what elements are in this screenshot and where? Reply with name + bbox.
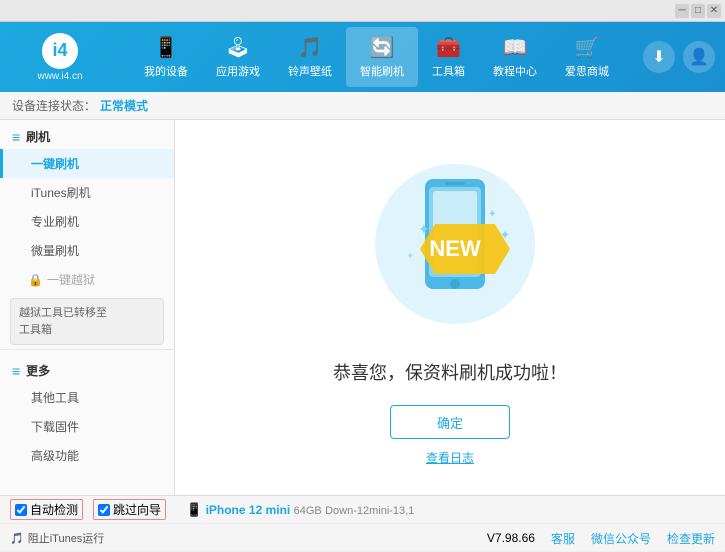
auto-detect-label: 自动检测 [30, 501, 78, 518]
close-button[interactable]: ✕ [707, 4, 721, 18]
skip-wizard-label: 跳过向导 [113, 501, 161, 518]
customer-service-link[interactable]: 客服 [551, 530, 575, 547]
smart-flash-label: 智能刷机 [360, 63, 404, 79]
status-value: 正常模式 [100, 97, 148, 114]
apps-games-icon: 🕹 [225, 35, 250, 60]
nav-ringtones[interactable]: 🎵 铃声壁纸 [274, 27, 346, 87]
mall-label: 爱思商城 [565, 63, 609, 79]
bottom-right-actions: V7.98.66 客服 微信公众号 检查更新 [487, 530, 715, 547]
nav-tutorial[interactable]: 📖 教程中心 [479, 27, 551, 87]
flash-section-icon: ≡ [12, 129, 20, 145]
nav-bar: 📱 我的设备 🕹 应用游戏 🎵 铃声壁纸 🔄 智能刷机 🧰 工具箱 📖 教程中心… [110, 27, 643, 87]
logo-subtitle: www.i4.cn [37, 71, 82, 82]
nav-smart-flash[interactable]: 🔄 智能刷机 [346, 27, 418, 87]
title-bar: ─ □ ✕ [0, 0, 725, 22]
sidebar-item-itunes-flash[interactable]: iTunes刷机 [0, 178, 174, 207]
itunes-label: 阻止iTunes运行 [28, 530, 105, 546]
device-info: 📱 iPhone 12 mini 64GB Down-12mini-13,1 [186, 502, 414, 518]
mall-icon: 🛒 [575, 35, 600, 60]
success-illustration: NEW ✦ ✦ ✦ ✦ [350, 149, 550, 359]
my-device-label: 我的设备 [144, 63, 188, 79]
sidebar-item-other-tools[interactable]: 其他工具 [0, 383, 174, 412]
my-device-icon: 📱 [154, 35, 179, 60]
toolbox-label: 工具箱 [432, 63, 465, 79]
sidebar-item-advanced[interactable]: 高级功能 [0, 441, 174, 470]
auto-detect-checkbox-label[interactable]: 自动检测 [10, 499, 83, 520]
bottom-section: 自动检测 跳过向导 📱 iPhone 12 mini 64GB Down-12m… [0, 495, 725, 551]
user-button[interactable]: 👤 [683, 41, 715, 73]
device-storage: 64GB [294, 505, 322, 517]
toolbox-icon: 🧰 [436, 35, 461, 60]
version-label: V7.98.66 [487, 531, 535, 545]
status-label: 设备连接状态： [12, 97, 96, 114]
auto-detect-checkbox[interactable] [15, 504, 27, 516]
bottom-status-row: 🎵 阻止iTunes运行 V7.98.66 客服 微信公众号 检查更新 [0, 524, 725, 552]
ringtones-label: 铃声壁纸 [288, 63, 332, 79]
device-phone-icon: 📱 [186, 502, 202, 517]
check-update-link[interactable]: 检查更新 [667, 530, 715, 547]
itunes-icon: 🎵 [10, 532, 24, 545]
logo-icon: i4 [42, 33, 78, 69]
bottom-checkbox-row: 自动检测 跳过向导 📱 iPhone 12 mini 64GB Down-12m… [0, 496, 725, 524]
sidebar-item-pro-flash[interactable]: 专业刷机 [0, 207, 174, 236]
header-actions: ⬇ 👤 [643, 41, 715, 73]
more-section-icon: ≡ [12, 363, 20, 379]
confirm-button[interactable]: 确定 [390, 405, 510, 439]
sidebar-item-download-firmware[interactable]: 下载固件 [0, 412, 174, 441]
more-section-label: 更多 [26, 362, 50, 379]
nav-mall[interactable]: 🛒 爱思商城 [551, 27, 623, 87]
nav-toolbox[interactable]: 🧰 工具箱 [418, 27, 479, 87]
content-area: NEW ✦ ✦ ✦ ✦ 恭喜您，保资料刷机成功啦！ 确定 查看日志 [175, 120, 725, 495]
smart-flash-icon: 🔄 [370, 35, 395, 60]
svg-text:NEW: NEW [429, 236, 481, 261]
svg-text:✦: ✦ [418, 221, 430, 237]
lock-icon: 🔒 [28, 273, 43, 287]
sidebar: ≡ 刷机 一键刷机 iTunes刷机 专业刷机 微量刷机 🔒 一键越狱 越狱工具… [0, 120, 175, 495]
sidebar-item-one-key-flash[interactable]: 一键刷机 [0, 149, 174, 178]
device-model: Down-12mini-13,1 [325, 505, 414, 517]
wechat-public-link[interactable]: 微信公众号 [591, 530, 651, 547]
header: i4 www.i4.cn 📱 我的设备 🕹 应用游戏 🎵 铃声壁纸 🔄 智能刷机… [0, 22, 725, 92]
sidebar-more-section: ≡ 更多 [0, 354, 174, 383]
svg-text:✦: ✦ [488, 209, 496, 220]
success-message: 恭喜您，保资料刷机成功啦！ [333, 359, 567, 385]
logo-area[interactable]: i4 www.i4.cn [10, 33, 110, 82]
illustration-svg: NEW ✦ ✦ ✦ ✦ [350, 149, 550, 359]
nav-my-device[interactable]: 📱 我的设备 [130, 27, 202, 87]
nav-apps-games[interactable]: 🕹 应用游戏 [202, 27, 274, 87]
apps-games-label: 应用游戏 [216, 63, 260, 79]
minimize-button[interactable]: ─ [675, 4, 689, 18]
svg-text:✦: ✦ [406, 251, 414, 262]
disabled-label: 一键越狱 [47, 271, 95, 288]
skip-wizard-checkbox-label[interactable]: 跳过向导 [93, 499, 166, 520]
sidebar-item-recovery-flash[interactable]: 微量刷机 [0, 236, 174, 265]
sidebar-notice: 越狱工具已转移至工具箱 [10, 298, 164, 345]
notice-text: 越狱工具已转移至工具箱 [19, 307, 107, 336]
maximize-button[interactable]: □ [691, 4, 705, 18]
tutorial-icon: 📖 [503, 35, 528, 60]
device-name: iPhone 12 mini [206, 503, 291, 517]
main-layout: ≡ 刷机 一键刷机 iTunes刷机 专业刷机 微量刷机 🔒 一键越狱 越狱工具… [0, 120, 725, 495]
sidebar-disabled-jailbreak: 🔒 一键越狱 [0, 265, 174, 294]
ringtones-icon: 🎵 [298, 35, 323, 60]
itunes-notice: 🎵 阻止iTunes运行 [10, 530, 104, 546]
skip-wizard-checkbox[interactable] [98, 504, 110, 516]
status-bar: 设备连接状态： 正常模式 [0, 92, 725, 120]
flash-section-label: 刷机 [26, 128, 50, 145]
sidebar-flash-section: ≡ 刷机 [0, 120, 174, 149]
svg-text:✦: ✦ [500, 228, 510, 242]
view-log-link[interactable]: 查看日志 [426, 449, 474, 466]
sidebar-divider [0, 349, 174, 350]
tutorial-label: 教程中心 [493, 63, 537, 79]
download-button[interactable]: ⬇ [643, 41, 675, 73]
